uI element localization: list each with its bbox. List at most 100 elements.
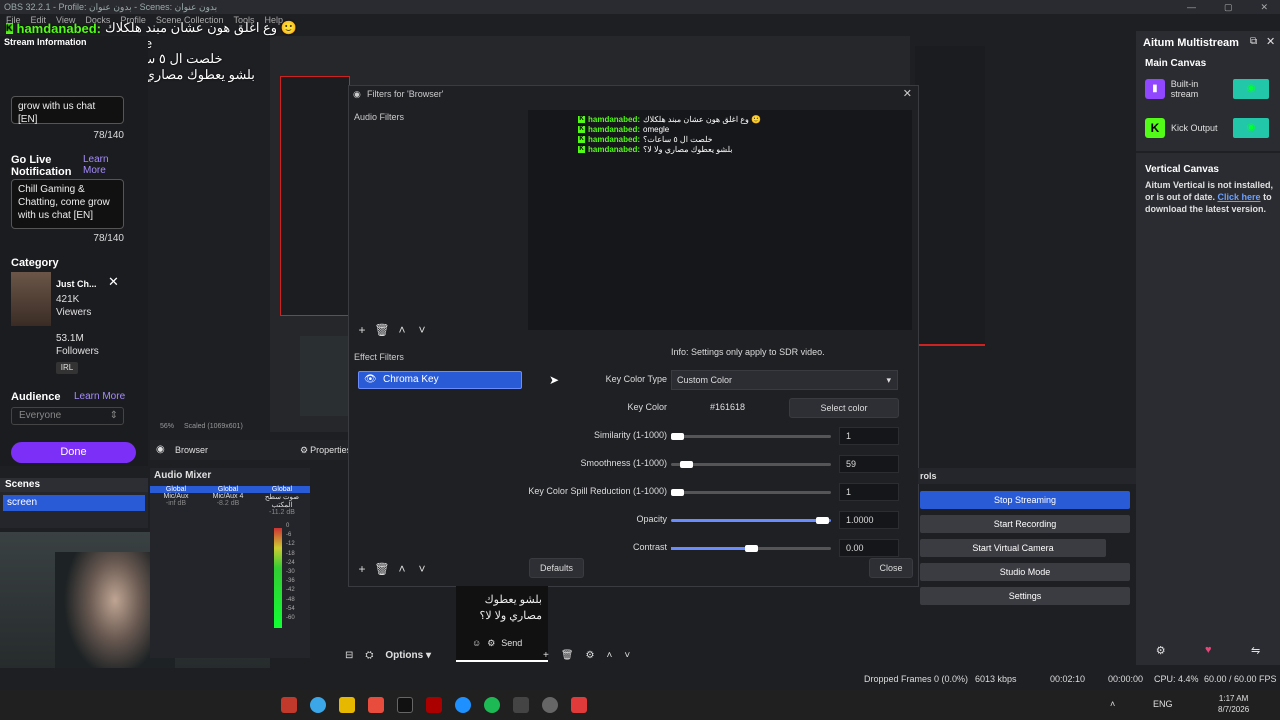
minimize-icon[interactable]: — bbox=[1187, 2, 1196, 13]
chevron-down-icon: ▾ bbox=[886, 375, 891, 385]
key-color-type-select[interactable]: Custom Color ▾ bbox=[671, 370, 898, 390]
eye-icon[interactable]: 👁 bbox=[364, 372, 377, 388]
mixer-channel: Global Mic/Aux 4 -8.2 dB bbox=[202, 486, 254, 516]
record-time: 00:00:00 bbox=[1108, 674, 1144, 684]
transition-icon[interactable]: ⛭ bbox=[365, 650, 373, 661]
move-down-icon[interactable]: ˅ bbox=[624, 650, 630, 661]
obs-icon[interactable] bbox=[542, 697, 558, 713]
title-textarea[interactable]: grow with us chat [EN] bbox=[11, 96, 124, 125]
edge-icon[interactable] bbox=[455, 697, 471, 713]
done-button[interactable]: Done bbox=[11, 442, 136, 463]
move-up-icon[interactable]: ˄ bbox=[394, 561, 410, 577]
file-explorer-icon[interactable] bbox=[339, 697, 355, 713]
terminal-icon[interactable] bbox=[513, 697, 529, 713]
close-dock-icon[interactable]: ✕ bbox=[1266, 35, 1275, 48]
move-down-icon[interactable]: ˅ bbox=[414, 322, 430, 338]
gear-icon[interactable]: ⚙ bbox=[586, 650, 595, 661]
contrast-input[interactable]: 0.00 bbox=[839, 539, 899, 557]
share-icon[interactable]: ⇋ bbox=[1251, 644, 1260, 657]
spotify-icon[interactable] bbox=[484, 697, 500, 713]
learn-more-link[interactable]: Learn More bbox=[83, 154, 123, 176]
smoothness-slider[interactable] bbox=[671, 463, 831, 466]
slider-knob[interactable] bbox=[671, 489, 684, 496]
slider-knob[interactable] bbox=[816, 517, 829, 524]
select-color-button[interactable]: Select color bbox=[789, 398, 899, 418]
app-icon[interactable] bbox=[281, 697, 297, 713]
fps: 60.00 / 60.00 FPS bbox=[1204, 674, 1277, 684]
spill-input[interactable]: 1 bbox=[839, 483, 899, 501]
settings-gear-icon[interactable]: ⚙ bbox=[1156, 644, 1166, 657]
mixer-header: Audio Mixer bbox=[154, 470, 212, 481]
add-icon[interactable]: + bbox=[354, 561, 370, 577]
spill-label: Key Color Spill Reduction (1-1000) bbox=[528, 486, 667, 496]
click-here-link[interactable]: Click here bbox=[1218, 192, 1261, 202]
close-button[interactable]: Close bbox=[869, 558, 913, 578]
filter-list-icon[interactable]: ⊟ bbox=[345, 650, 353, 661]
close-dialog-icon[interactable]: ✕ bbox=[903, 86, 912, 102]
add-icon[interactable]: + bbox=[543, 650, 549, 661]
options-dropdown[interactable]: Options ▾ bbox=[385, 650, 431, 661]
effect-filter-toolbar: + 🗑 ˄ ˅ bbox=[354, 561, 524, 577]
app-icon[interactable] bbox=[571, 697, 587, 713]
notif-char-count: 78/140 bbox=[93, 233, 124, 244]
start-recording-button[interactable]: Start Recording bbox=[920, 515, 1130, 533]
defaults-button[interactable]: Defaults bbox=[529, 558, 584, 578]
mixer-channel: Global صوت سطح المكتب -11.2 dB bbox=[254, 486, 310, 516]
dropped-frames: Dropped Frames 0 (0.0%) bbox=[864, 674, 969, 684]
key-color-type-label: Key Color Type bbox=[605, 374, 667, 384]
twitch-toggle[interactable]: ◉ bbox=[1233, 79, 1269, 99]
opera-icon[interactable] bbox=[426, 697, 442, 713]
kick-toggle[interactable]: ◉ bbox=[1233, 118, 1269, 138]
language-indicator[interactable]: ENG bbox=[1153, 699, 1173, 709]
source-toolbar: ◉ Browser ⚙ Properties bbox=[150, 440, 351, 460]
similarity-input[interactable]: 1 bbox=[839, 427, 899, 445]
kick-icon: K bbox=[1145, 118, 1165, 138]
capcut-icon[interactable] bbox=[397, 697, 413, 713]
similarity-slider[interactable] bbox=[671, 435, 831, 438]
move-up-icon[interactable]: ˄ bbox=[607, 650, 613, 661]
meter-scale: 0 -6 -12 -18 -24 -30 -36 -42 -48 -54 -60 bbox=[286, 523, 295, 622]
undock-icon[interactable]: ⧉ bbox=[1250, 36, 1257, 47]
audience-learn-more[interactable]: Learn More bbox=[74, 391, 125, 402]
maximize-icon[interactable]: ▢ bbox=[1224, 2, 1233, 13]
preview-chat: Khamdanabed: وع اغلق هون عشان مبند هلكلاك… bbox=[578, 114, 762, 154]
remove-category-icon[interactable]: ✕ bbox=[108, 274, 119, 290]
browser-icon[interactable] bbox=[310, 697, 326, 713]
scene-item[interactable]: screen bbox=[3, 495, 145, 511]
audience-label: Audience bbox=[11, 391, 61, 403]
tray-chevron-icon[interactable]: ˄ bbox=[1110, 699, 1115, 709]
start-virtual-camera-button[interactable]: Start Virtual Camera bbox=[920, 539, 1106, 557]
move-down-icon[interactable]: ˅ bbox=[414, 561, 430, 577]
settings-button[interactable]: Settings bbox=[920, 587, 1130, 605]
opacity-slider[interactable] bbox=[671, 519, 831, 522]
studio-mode-button[interactable]: Studio Mode bbox=[920, 563, 1130, 581]
trash-icon[interactable]: 🗑 bbox=[561, 650, 574, 661]
close-window-icon[interactable]: ✕ bbox=[1260, 2, 1268, 13]
cpu-usage: CPU: 4.4% bbox=[1154, 674, 1199, 684]
dialog-title: Filters for 'Browser' bbox=[367, 89, 444, 99]
trash-icon[interactable]: 🗑 bbox=[374, 322, 390, 338]
spill-slider[interactable] bbox=[671, 491, 831, 494]
clock[interactable]: 1:17 AM 8/7/2026 bbox=[1218, 693, 1249, 715]
smoothness-label: Smoothness (1-1000) bbox=[580, 458, 667, 468]
slider-knob[interactable] bbox=[671, 433, 684, 440]
category-followers: 53.1M bbox=[56, 333, 84, 344]
app-icon[interactable] bbox=[368, 697, 384, 713]
mixer-channel: Global Mic/Aux -inf dB bbox=[150, 486, 202, 516]
opacity-input[interactable]: 1.0000 bbox=[839, 511, 899, 529]
filter-item-chroma-key[interactable]: 👁 Chroma Key bbox=[358, 371, 522, 389]
slider-knob[interactable] bbox=[680, 461, 693, 468]
properties-button[interactable]: ⚙ Properties bbox=[300, 445, 351, 456]
heart-icon[interactable]: ♥ bbox=[1205, 644, 1212, 656]
status-bar: Dropped Frames 0 (0.0%) 6013 kbps 00:02:… bbox=[0, 668, 1280, 690]
filter-preview: Khamdanabed: وع اغلق هون عشان مبند هلكلاك… bbox=[528, 110, 912, 330]
slider-knob[interactable] bbox=[745, 545, 758, 552]
trash-icon[interactable]: 🗑 bbox=[374, 561, 390, 577]
smoothness-input[interactable]: 59 bbox=[839, 455, 899, 473]
notification-textarea[interactable]: Chill Gaming & Chatting, come grow with … bbox=[11, 179, 124, 229]
stop-streaming-button[interactable]: Stop Streaming bbox=[920, 491, 1130, 509]
audience-select[interactable]: Everyone ⇕ bbox=[11, 407, 124, 425]
move-up-icon[interactable]: ˄ bbox=[394, 322, 410, 338]
add-icon[interactable]: + bbox=[354, 322, 370, 338]
zoom-level[interactable]: 56% bbox=[160, 423, 174, 433]
